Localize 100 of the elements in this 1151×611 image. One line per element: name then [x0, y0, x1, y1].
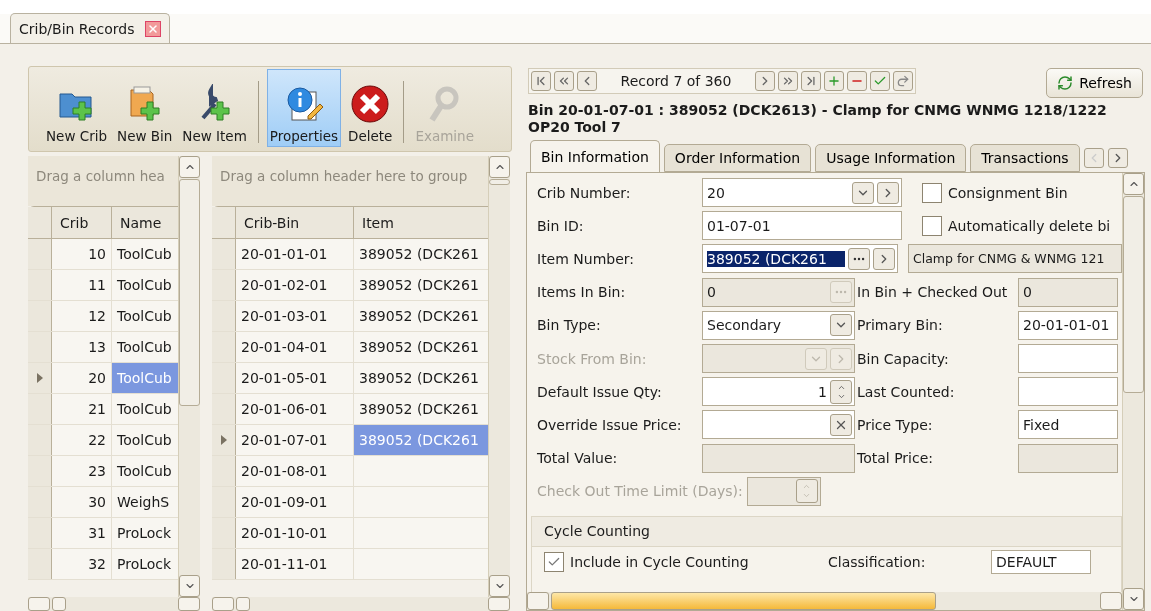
- table-cell: 12: [52, 301, 112, 331]
- checkbox[interactable]: [922, 215, 942, 236]
- nav-button[interactable]: [801, 71, 821, 91]
- toolbar-button[interactable]: New Crib: [43, 69, 111, 147]
- row-indicator[interactable]: [212, 239, 236, 269]
- input-field[interactable]: DEFAULT: [991, 549, 1091, 574]
- delete-icon: [350, 84, 391, 124]
- horizontal-scrollbar[interactable]: [28, 597, 200, 611]
- checkbox[interactable]: [544, 551, 564, 572]
- row-indicator[interactable]: [28, 518, 52, 548]
- table-cell: 22: [52, 425, 112, 455]
- check-icon: [873, 74, 887, 88]
- lookup-field[interactable]: 389052 (DCK261: [702, 244, 898, 274]
- row-indicator[interactable]: [28, 487, 52, 517]
- row-indicator[interactable]: [212, 487, 236, 517]
- table-cell: 20-01-03-01: [236, 301, 354, 331]
- nav-button[interactable]: [577, 71, 597, 91]
- price-field[interactable]: [702, 410, 855, 440]
- vertical-scrollbar[interactable]: [178, 156, 200, 597]
- table-cell: 389052 (DCK261: [354, 270, 488, 300]
- group-header[interactable]: Cycle Counting: [532, 516, 1121, 547]
- row-indicator[interactable]: [212, 425, 236, 455]
- row-indicator[interactable]: [28, 363, 52, 393]
- row-indicator[interactable]: [28, 394, 52, 424]
- row-indicator[interactable]: [212, 456, 236, 486]
- row-indicator[interactable]: [212, 363, 236, 393]
- vertical-scrollbar[interactable]: [1122, 173, 1144, 610]
- toolbar-button[interactable]: Delete: [345, 69, 396, 147]
- table-cell: 20-01-01-01: [236, 239, 354, 269]
- dropdown-field[interactable]: Secondary: [702, 310, 855, 340]
- table-cell: 30: [52, 487, 112, 517]
- input-field[interactable]: 0: [1018, 277, 1118, 307]
- record-position: Record 7 of 360: [619, 73, 733, 89]
- scrollbar-thumb[interactable]: [489, 179, 510, 185]
- field-label: In Bin + Checked Out: [856, 284, 1009, 301]
- table-cell: 20-01-06-01: [236, 394, 354, 424]
- nav-button[interactable]: [893, 71, 913, 91]
- input-field[interactable]: [1018, 377, 1118, 407]
- row-indicator[interactable]: [28, 425, 52, 455]
- row-indicator[interactable]: [28, 332, 52, 362]
- scrollbar-thumb[interactable]: [1123, 196, 1144, 393]
- nav-button[interactable]: [870, 71, 890, 91]
- checkbox[interactable]: [922, 182, 942, 203]
- row-indicator[interactable]: [212, 270, 236, 300]
- row-indicator[interactable]: [28, 270, 52, 300]
- table-cell: ToolCub: [112, 363, 178, 393]
- input-field[interactable]: [1018, 344, 1118, 374]
- nav-button[interactable]: [755, 71, 775, 91]
- table-cell: 10: [52, 239, 112, 269]
- row-indicator[interactable]: [212, 394, 236, 424]
- input-field[interactable]: Fixed: [1018, 410, 1118, 440]
- scrollbar-thumb[interactable]: [179, 179, 200, 406]
- table-cell: 20-01-04-01: [236, 332, 354, 362]
- field-label: Override Issue Price:: [537, 416, 683, 433]
- row-indicator[interactable]: [212, 549, 236, 579]
- horizontal-scrollbar[interactable]: [212, 597, 510, 611]
- detail-tab[interactable]: Order Information: [663, 144, 812, 172]
- table-cell: 20-01-08-01: [236, 456, 354, 486]
- group-by-hint: Drag a column hea: [28, 156, 178, 206]
- toolbar-button[interactable]: New Item: [179, 69, 250, 147]
- nav-button[interactable]: [554, 71, 574, 91]
- lookup-field[interactable]: 0: [702, 277, 855, 307]
- row-indicator[interactable]: [212, 332, 236, 362]
- tab-scroll-right[interactable]: [1107, 148, 1128, 168]
- column-header[interactable]: Crib-Bin: [236, 207, 354, 238]
- row-indicator[interactable]: [28, 549, 52, 579]
- row-indicator[interactable]: [28, 301, 52, 331]
- vertical-scrollbar[interactable]: [488, 156, 510, 597]
- nav-button[interactable]: [847, 71, 867, 91]
- nav-button[interactable]: [824, 71, 844, 91]
- document-tab[interactable]: Crib/Bin Records: [10, 13, 170, 43]
- field-value: Secondary: [707, 317, 783, 334]
- detail-tab[interactable]: Transactions: [970, 144, 1080, 172]
- row-indicator[interactable]: [28, 456, 52, 486]
- last-icon: [804, 74, 818, 88]
- spin-field[interactable]: 1: [702, 377, 855, 407]
- detail-tab[interactable]: Usage Information: [815, 144, 967, 172]
- input-field[interactable]: 01-07-01: [702, 211, 902, 241]
- toolbar-button[interactable]: Properties: [266, 69, 342, 147]
- table-cell: 389052 (DCK261: [354, 394, 488, 424]
- table-cell: ToolCub: [112, 270, 178, 300]
- detail-tab[interactable]: Bin Information: [530, 140, 660, 172]
- tab-scroll-left[interactable]: [1083, 148, 1104, 168]
- crib-number-combo[interactable]: 20: [702, 178, 902, 208]
- field-label: Items In Bin:: [537, 284, 627, 301]
- nav-button[interactable]: [531, 71, 551, 91]
- input-field[interactable]: 20-01-01-01: [1018, 310, 1118, 340]
- input-field[interactable]: [1018, 443, 1118, 473]
- field-label: Price Type:: [856, 416, 934, 433]
- row-indicator[interactable]: [212, 301, 236, 331]
- toolbar-button[interactable]: New Bin: [114, 69, 176, 147]
- field-label: Bin Type:: [537, 317, 602, 334]
- row-indicator[interactable]: [28, 239, 52, 269]
- horizontal-scrollbar[interactable]: [527, 592, 1122, 610]
- refresh-button[interactable]: Refresh: [1046, 68, 1143, 98]
- nav-button[interactable]: [778, 71, 798, 91]
- column-header[interactable]: Crib: [52, 207, 112, 238]
- close-icon[interactable]: [144, 20, 161, 37]
- table-cell: 20: [52, 363, 112, 393]
- row-indicator[interactable]: [212, 518, 236, 548]
